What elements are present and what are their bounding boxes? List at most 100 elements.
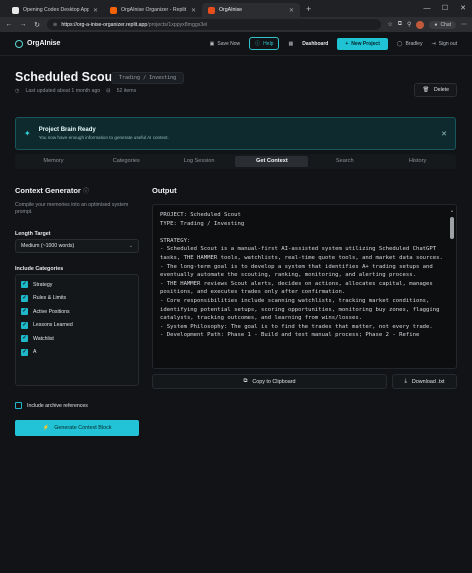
generate-context-button[interactable]: ⚡ Generate Context Block — [15, 420, 139, 436]
magic-wand-icon: ⚡ — [42, 425, 50, 431]
url-field[interactable]: ⊜ https://org-a-inise-organizer.replit.a… — [47, 19, 382, 30]
sign-out-icon: ⇥ — [431, 40, 436, 47]
copy-label: Copy to Clipboard — [252, 378, 296, 385]
user-icon: ◯ — [396, 40, 403, 47]
new-project-button[interactable]: + New Project — [337, 37, 388, 50]
tab-memory[interactable]: Memory — [17, 156, 90, 167]
tab-search[interactable]: Search — [308, 156, 381, 167]
bookmark-star-icon[interactable]: ☆ — [387, 21, 392, 28]
checkbox-checked-icon[interactable]: ✓ — [21, 308, 28, 316]
app-logo[interactable]: OrgAInise — [15, 39, 61, 48]
chat-icon: ● — [434, 21, 438, 28]
delete-label: Delete — [434, 87, 449, 93]
delete-project-button[interactable]: 🗑 Delete — [414, 83, 457, 97]
generator-description: Compile your memories into an optimised … — [15, 202, 129, 215]
project-title: Scheduled Scout — [15, 70, 117, 84]
copy-icon: ⧉ — [243, 378, 248, 384]
close-tab-icon[interactable]: ✕ — [289, 7, 294, 14]
profile-avatar[interactable] — [416, 20, 425, 29]
window-controls: — ☐ ✕ — [418, 0, 472, 17]
brain-logo-icon — [15, 39, 23, 48]
site-info-icon[interactable]: ⊜ — [53, 22, 57, 28]
logo-text: OrgAInise — [27, 40, 61, 47]
scroll-thumb[interactable] — [450, 217, 454, 239]
tab-favicon-icon — [12, 6, 19, 14]
last-updated: Last updated about 1 month ago — [25, 88, 101, 94]
tab-categories[interactable]: Categories — [90, 156, 163, 167]
help-label: Help — [263, 40, 274, 47]
chevron-down-icon: ⌄ — [128, 243, 133, 249]
info-icon[interactable]: ⓘ — [83, 189, 89, 195]
close-banner-icon[interactable]: ✕ — [441, 130, 447, 138]
split-view-icon[interactable]: ⧉ — [398, 21, 402, 28]
browser-tab-replit[interactable]: OrgAInise Organizer - Replit ✕ — [104, 3, 202, 17]
checkbox-unchecked-icon[interactable] — [15, 402, 22, 409]
download-label: Download .txt — [411, 378, 445, 385]
tab-title: Opening Codex Desktop App — [23, 7, 89, 13]
close-window-icon[interactable]: ✕ — [454, 0, 472, 17]
download-txt-button[interactable]: ⤓ Download .txt — [392, 374, 457, 389]
banner-subtitle: You now have enough information to gener… — [38, 135, 169, 140]
length-target-label: Length Target — [15, 231, 51, 237]
forward-icon[interactable]: → — [19, 21, 27, 28]
output-scrollbar[interactable]: ▲ — [450, 209, 454, 366]
grid-icon[interactable]: ▦ — [288, 41, 293, 47]
category-label: Watchlist — [33, 335, 54, 342]
browser-tab-codex[interactable]: Opening Codex Desktop App ✕ — [6, 3, 104, 17]
sign-out-label: Sign out — [438, 40, 457, 47]
tab-history[interactable]: History — [381, 156, 454, 167]
context-generator-title: Context Generator ⓘ — [15, 186, 89, 195]
length-target-select[interactable]: Medium (~1000 words) ⌄ — [15, 239, 139, 253]
checkbox-checked-icon[interactable]: ✓ — [21, 321, 28, 329]
close-tab-icon[interactable]: ✕ — [93, 7, 98, 14]
user-name: Bradley — [405, 40, 423, 47]
item-count: 52 items — [116, 88, 137, 94]
browser-menu-icon[interactable]: ⋯ — [461, 21, 467, 28]
project-tabs: Memory Categories Log Session Get Contex… — [15, 154, 456, 169]
archive-toggle[interactable]: Include archive references — [15, 402, 88, 409]
category-item-rules[interactable]: ✓ Rules & Limits — [21, 292, 133, 306]
tab-log-session[interactable]: Log Session — [163, 156, 236, 167]
banner-title: Project Brain Ready — [38, 127, 96, 133]
copy-to-clipboard-button[interactable]: ⧉ Copy to Clipboard — [152, 374, 387, 389]
archive-label: Include archive references — [27, 402, 88, 409]
url-host: https://org-a-inise-organizer.replit.app — [61, 21, 148, 28]
category-item-active-positions[interactable]: ✓ Active Positions — [21, 305, 133, 319]
help-button[interactable]: ⓘ Help — [249, 37, 280, 50]
new-project-label: New Project — [351, 40, 380, 47]
close-tab-icon[interactable]: ✕ — [191, 7, 196, 14]
new-tab-icon[interactable]: + — [306, 4, 311, 14]
scroll-up-icon[interactable]: ▲ — [450, 209, 454, 213]
download-icon: ⤓ — [404, 378, 407, 384]
plus-icon: + — [345, 40, 349, 47]
checkbox-checked-icon[interactable]: ✓ — [21, 348, 28, 356]
chat-button[interactable]: ● Chat — [429, 20, 456, 29]
sign-out-button[interactable]: ⇥ Sign out — [431, 41, 457, 47]
maximize-icon[interactable]: ☐ — [436, 0, 454, 17]
checkbox-checked-icon[interactable]: ✓ — [21, 335, 28, 343]
minimize-icon[interactable]: — — [418, 0, 436, 17]
back-icon[interactable]: ← — [5, 21, 13, 28]
project-meta: ◷ Last updated about 1 month ago ⊟ 52 it… — [15, 88, 136, 94]
clock-icon: ◷ — [15, 88, 20, 94]
include-categories-label: Include Categories — [15, 266, 64, 272]
output-text[interactable]: PROJECT: Scheduled Scout TYPE: Trading /… — [160, 211, 446, 340]
chat-label: Chat — [440, 21, 451, 28]
checkbox-checked-icon[interactable]: ✓ — [21, 281, 28, 289]
address-bar-row: ← → ↻ ⊜ https://org-a-inise-organizer.re… — [0, 17, 472, 32]
category-item-strategy[interactable]: ✓ Strategy — [21, 278, 133, 292]
extensions-icon[interactable]: ⚲ — [407, 21, 411, 28]
save-now-button[interactable]: ▣ Save Now — [210, 41, 241, 47]
top-nav: OrgAInise ▣ Save Now ⓘ Help ▦ Dashboard + N… — [0, 32, 472, 56]
reload-icon[interactable]: ↻ — [33, 21, 41, 29]
output-panel[interactable]: PROJECT: Scheduled Scout TYPE: Trading /… — [152, 204, 457, 369]
category-item-watchlist[interactable]: ✓ Watchlist — [21, 332, 133, 346]
dashboard-link[interactable]: Dashboard — [302, 41, 328, 47]
tab-get-context[interactable]: Get Context — [235, 156, 309, 167]
browser-tab-orgainise[interactable]: OrgAInise ✕ — [202, 3, 300, 17]
user-menu[interactable]: ◯ Bradley — [397, 41, 423, 47]
category-label: Rules & Limits — [33, 295, 67, 302]
checkbox-checked-icon[interactable]: ✓ — [21, 294, 28, 302]
category-item-lessons[interactable]: ✓ Lessons Learned — [21, 319, 133, 333]
category-item-a[interactable]: ✓ A — [21, 346, 133, 360]
